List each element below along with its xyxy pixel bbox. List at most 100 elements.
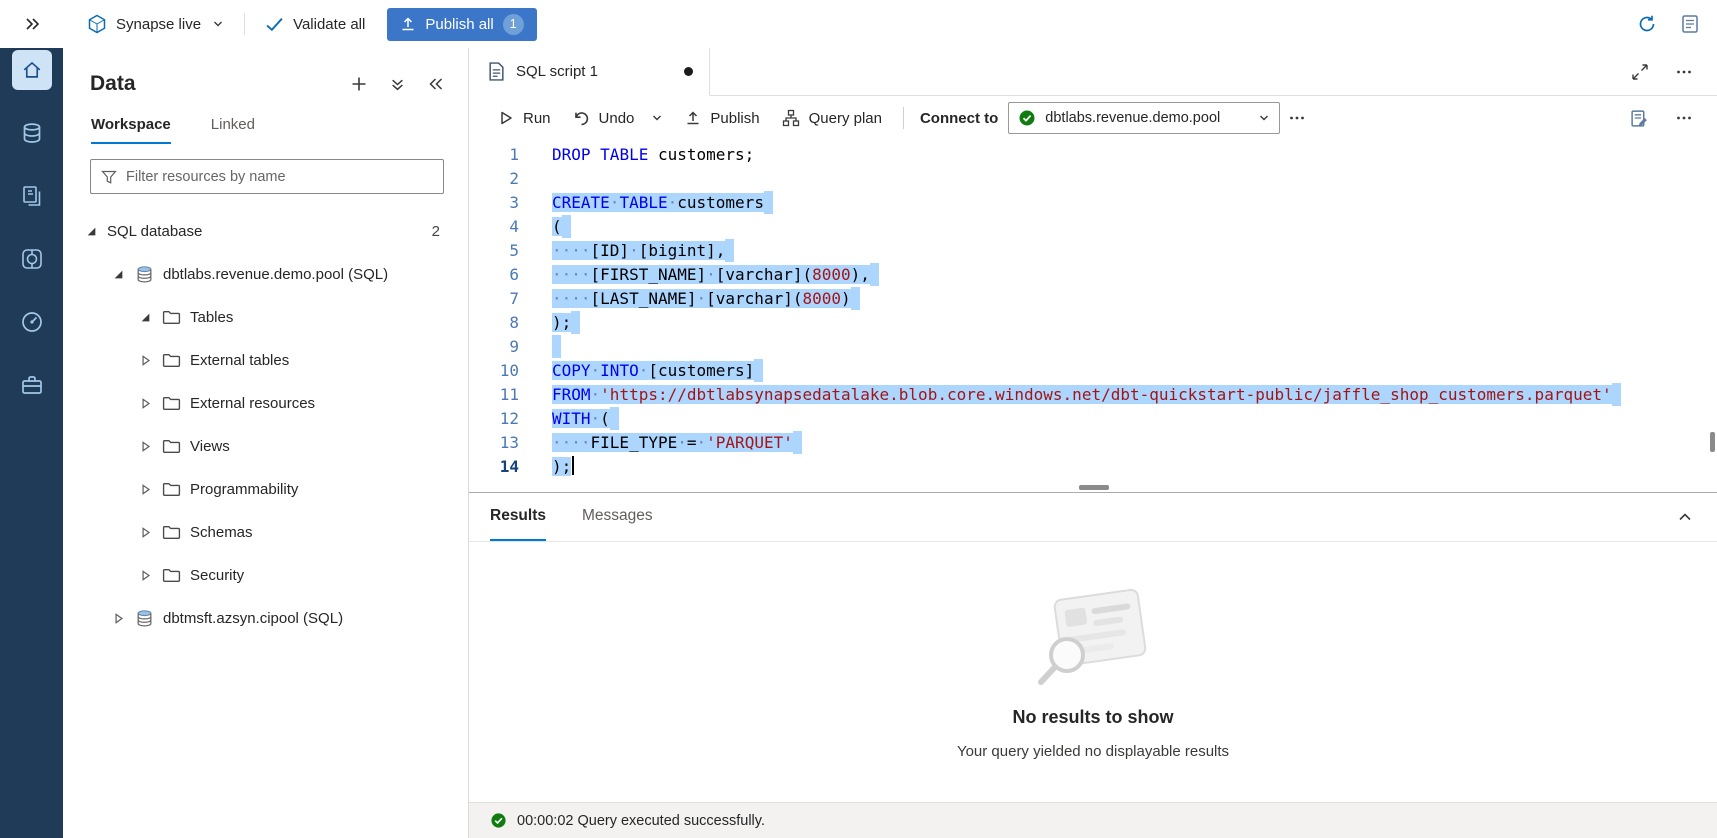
tree-item-label: Programmability [190, 481, 298, 498]
code-line-11[interactable]: FROM·'https://dbtlabsynapsedatalake.blob… [552, 383, 1717, 407]
horizontal-scrollbar[interactable] [1079, 485, 1109, 490]
code-line-12[interactable]: WITH·( [552, 407, 1717, 431]
expander-collapsed-icon[interactable] [110, 613, 126, 624]
code-line-3[interactable]: CREATE·TABLE·customers [552, 191, 1717, 215]
success-check-icon [490, 812, 507, 829]
results-tab-results[interactable]: Results [490, 493, 546, 541]
workspace-mode-switcher[interactable]: Synapse live [77, 0, 234, 48]
rail-item-develop[interactable] [12, 176, 52, 216]
collapse-panel-icon[interactable] [428, 77, 444, 91]
rail-item-home[interactable] [12, 50, 52, 90]
code-line-6[interactable]: ····[FIRST_NAME]·[varchar](8000), [552, 263, 1717, 287]
collapse-results-chevron-up-icon[interactable] [1677, 509, 1717, 525]
code-line-14[interactable]: ); [552, 455, 1717, 479]
tree-item-tables[interactable]: Tables [63, 296, 468, 339]
run-button[interactable]: Run [487, 101, 562, 135]
tree-item-label: Tables [190, 309, 233, 326]
tree-item-schemas[interactable]: Schemas [63, 511, 468, 554]
sidebar-tab-linked[interactable]: Linked [211, 116, 255, 144]
folder-icon [161, 566, 181, 585]
code-line-1[interactable]: DROP TABLE customers; [552, 143, 1717, 167]
expander-expanded-icon[interactable] [110, 269, 126, 280]
code-line-4[interactable]: ( [552, 215, 1717, 239]
results-tab-messages[interactable]: Messages [582, 493, 653, 541]
expand-nav-icon[interactable] [0, 17, 63, 31]
line-number: 6 [469, 263, 519, 287]
line-number: 7 [469, 287, 519, 311]
sidebar-tab-workspace[interactable]: Workspace [91, 116, 171, 144]
home-icon [21, 59, 43, 81]
tree-item-sql-database[interactable]: SQL database2 [63, 210, 468, 253]
toolbar-more-commands-icon[interactable] [1280, 101, 1314, 135]
undo-dropdown-icon[interactable] [651, 112, 663, 124]
undo-icon [573, 110, 590, 127]
expander-expanded-icon[interactable] [137, 312, 153, 323]
code-line-13[interactable]: ····FILE_TYPE·=·'PARQUET' [552, 431, 1717, 455]
code-line-7[interactable]: ····[LAST_NAME]·[varchar](8000) [552, 287, 1717, 311]
collapse-all-icon[interactable] [390, 77, 405, 92]
vertical-scrollbar[interactable] [1710, 432, 1715, 452]
folder-icon [161, 351, 181, 370]
rail-item-manage[interactable] [12, 365, 52, 405]
editor-more-options-icon[interactable] [1675, 109, 1693, 127]
no-results-illustration [1027, 585, 1159, 691]
tree-item-label: dbtlabs.revenue.demo.pool (SQL) [163, 266, 388, 283]
tab-sql-script-1[interactable]: SQL script 1 [469, 48, 710, 96]
code-line-10[interactable]: COPY·INTO·[customers] [552, 359, 1717, 383]
tree-item-label: Security [190, 567, 244, 584]
properties-icon[interactable] [1630, 109, 1649, 128]
tab-more-options-icon[interactable] [1675, 63, 1693, 81]
rail-item-data[interactable] [12, 113, 52, 153]
folder-icon [161, 437, 181, 456]
expander-collapsed-icon[interactable] [137, 527, 153, 538]
line-number: 3 [469, 191, 519, 215]
resource-tree: SQL database2 dbtlabs.revenue.demo.pool (… [63, 202, 468, 838]
sql-script-icon [488, 62, 505, 81]
synapse-live-icon [87, 14, 107, 34]
tree-item-views[interactable]: Views [63, 425, 468, 468]
code-lines[interactable]: DROP TABLE customers; CREATE·TABLE·custom… [519, 143, 1717, 492]
tree-item-external-tables[interactable]: External tables [63, 339, 468, 382]
sql-editor[interactable]: 1234567891011121314 DROP TABLE customers… [469, 140, 1717, 492]
top-command-bar: Synapse live Validate all Publish all 1 [0, 0, 1717, 48]
code-line-5[interactable]: ····[ID]·[bigint], [552, 239, 1717, 263]
rail-item-integrate[interactable] [12, 239, 52, 279]
undo-button[interactable]: Undo [562, 101, 675, 135]
tree-item-external-resources[interactable]: External resources [63, 382, 468, 425]
tree-item-security[interactable]: Security [63, 554, 468, 597]
folder-icon [161, 523, 181, 542]
results-tabs: Results Messages [469, 493, 1717, 542]
code-line-8[interactable]: ); [552, 311, 1717, 335]
text-caret [572, 456, 574, 475]
expander-collapsed-icon[interactable] [137, 398, 153, 409]
item-count-badge: 2 [432, 223, 440, 240]
rail-item-monitor[interactable] [12, 302, 52, 342]
expander-collapsed-icon[interactable] [137, 570, 153, 581]
refresh-icon[interactable] [1637, 14, 1657, 34]
database-icon [134, 265, 154, 284]
filter-resources-input[interactable] [126, 169, 433, 185]
add-resource-icon[interactable] [351, 76, 367, 92]
expand-editor-icon[interactable] [1631, 63, 1649, 81]
connect-to-pool-select[interactable]: dbtlabs.revenue.demo.pool [1008, 102, 1280, 134]
expander-collapsed-icon[interactable] [137, 355, 153, 366]
query-plan-button[interactable]: Query plan [771, 101, 893, 135]
expander-collapsed-icon[interactable] [137, 484, 153, 495]
tree-item-dbtmsft-azsyn-cipool-sql[interactable]: dbtmsft.azsyn.cipool (SQL) [63, 597, 468, 640]
results-panel: Results Messages [469, 492, 1717, 838]
tree-item-dbtlabs-revenue-demo-pool-sql[interactable]: dbtlabs.revenue.demo.pool (SQL) [63, 253, 468, 296]
notifications-list-icon[interactable] [1681, 14, 1699, 34]
line-number: 13 [469, 431, 519, 455]
publish-all-button[interactable]: Publish all 1 [387, 8, 536, 41]
code-line-9[interactable] [552, 335, 1717, 359]
undo-label: Undo [599, 110, 635, 127]
expander-expanded-icon[interactable] [83, 226, 99, 237]
tree-item-label: Schemas [190, 524, 253, 541]
expander-collapsed-icon[interactable] [137, 441, 153, 452]
tree-item-programmability[interactable]: Programmability [63, 468, 468, 511]
validate-all-button[interactable]: Validate all [255, 0, 375, 48]
code-line-2[interactable] [552, 167, 1717, 191]
empty-results-title: No results to show [1012, 707, 1173, 728]
publish-button[interactable]: Publish [674, 101, 770, 135]
publish-icon [685, 110, 701, 126]
